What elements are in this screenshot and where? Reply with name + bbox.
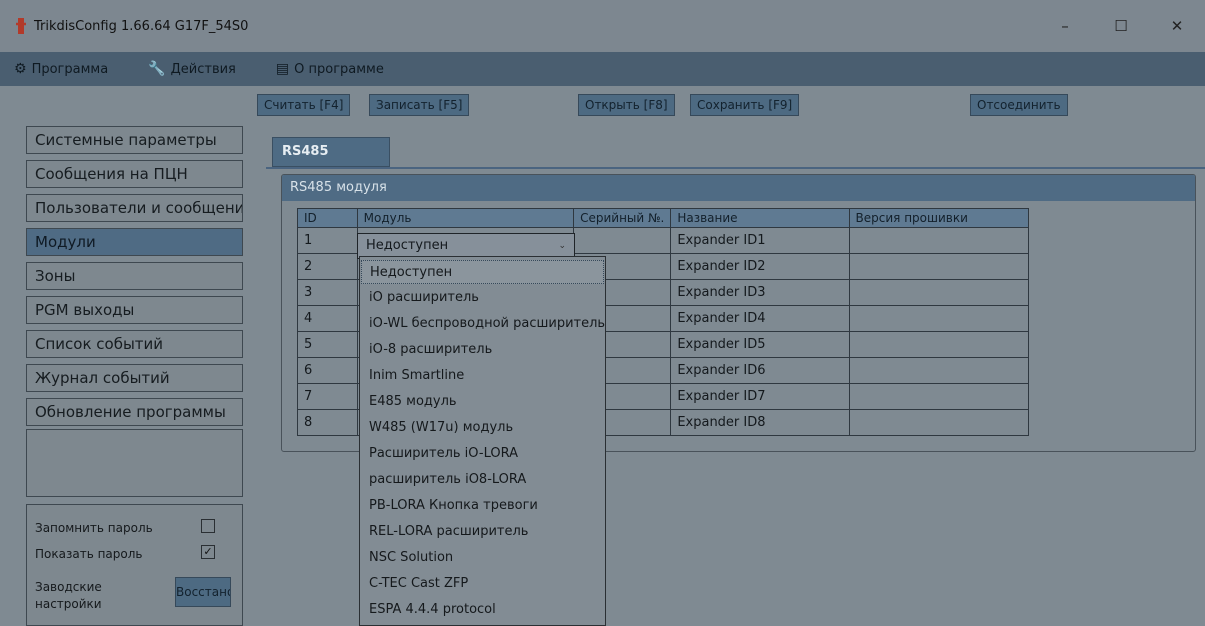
- read-button[interactable]: Считать [F4]: [257, 94, 351, 116]
- col-name: Название: [670, 208, 850, 228]
- dropdown-option[interactable]: Расширитель iO-LORA: [361, 442, 604, 466]
- sidebar-item-users[interactable]: Пользователи и сообщения: [26, 194, 243, 222]
- window-title: TrikdisConfig 1.66.64 G17F_54S0: [34, 18, 249, 34]
- menu-actions[interactable]: 🔧 Действия: [148, 61, 236, 77]
- dropdown-option[interactable]: Inim Smartline: [361, 364, 604, 388]
- module-dropdown-list: Недоступен iO расширитель iO-WL беспроводн…: [359, 256, 606, 626]
- cell-firmware[interactable]: [848, 383, 1030, 410]
- col-firmware: Версия прошивки: [848, 208, 1030, 228]
- group-title: RS485 модуля: [282, 175, 1195, 201]
- menu-program-label: Программа: [31, 61, 109, 77]
- save-button[interactable]: Сохранить [F9]: [690, 94, 800, 116]
- col-serial: Серийный №.: [573, 208, 672, 228]
- cell-firmware[interactable]: [848, 357, 1030, 384]
- cell-serial[interactable]: [573, 227, 672, 254]
- open-button[interactable]: Открыть [F8]: [578, 94, 675, 116]
- dropdown-option[interactable]: ESPA 4.4.4 protocol: [361, 598, 604, 622]
- minimize-button[interactable]: –: [1037, 0, 1093, 52]
- chevron-down-icon[interactable]: ⌄: [558, 234, 566, 258]
- dropdown-option[interactable]: расширитель iO8-LORA: [361, 468, 604, 492]
- cell-firmware[interactable]: [848, 305, 1030, 332]
- sidebar-item-zones[interactable]: Зоны: [26, 262, 243, 290]
- write-button[interactable]: Записать [F5]: [369, 94, 470, 116]
- menu-bar: ⚙ Программа 🔧 Действия ▤ О программе: [0, 52, 1205, 86]
- window-controls: – ☐ ✕: [1037, 0, 1205, 52]
- sidebar-item-event-log[interactable]: Журнал событий: [26, 364, 243, 392]
- cell-firmware[interactable]: [848, 279, 1030, 306]
- remember-password-label: Запомнить пароль: [35, 521, 153, 535]
- cell-id: 2: [297, 253, 358, 280]
- table-header-row: ID Модуль Серийный №. Название Версия пр…: [297, 208, 1030, 228]
- dropdown-option[interactable]: iO расширитель: [361, 286, 604, 310]
- menu-actions-label: Действия: [170, 61, 236, 77]
- cell-firmware[interactable]: [848, 227, 1030, 254]
- show-password-label: Показать пароль: [35, 547, 143, 561]
- cell-id: 5: [297, 331, 358, 358]
- cell-id: 7: [297, 383, 358, 410]
- dropdown-option[interactable]: Недоступен: [361, 260, 604, 284]
- col-module: Модуль: [356, 208, 575, 228]
- maximize-button[interactable]: ☐: [1093, 0, 1149, 52]
- wrench-icon: 🔧: [148, 61, 166, 77]
- sidebar-item-pgm-outputs[interactable]: PGM выходы: [26, 296, 243, 324]
- tab-rs485-modules[interactable]: RS485 модули: [272, 137, 390, 187]
- cell-name[interactable]: Expander ID1: [670, 227, 850, 254]
- cell-name[interactable]: Expander ID8: [670, 409, 850, 436]
- close-button[interactable]: ✕: [1149, 0, 1205, 52]
- gear-icon: ⚙: [14, 61, 27, 77]
- app-logo-icon: [16, 18, 26, 34]
- dropdown-option[interactable]: PB-LORA Кнопка тревоги: [361, 494, 604, 518]
- menu-about-label: О программе: [294, 61, 384, 77]
- cell-firmware[interactable]: [848, 331, 1030, 358]
- cell-id: 6: [297, 357, 358, 384]
- sidebar-item-cms-messages[interactable]: Сообщения на ПЦН: [26, 160, 243, 188]
- sidebar-options: Запомнить пароль Показать пароль ✓ Завод…: [26, 504, 243, 626]
- sidebar-item-system-params[interactable]: Системные параметры: [26, 126, 243, 154]
- cell-id: 8: [297, 409, 358, 436]
- cell-firmware[interactable]: [848, 409, 1030, 436]
- cell-name[interactable]: Expander ID4: [670, 305, 850, 332]
- module-select-value: Недоступен: [366, 238, 449, 253]
- cell-name[interactable]: Expander ID6: [670, 357, 850, 384]
- dropdown-option[interactable]: W485 (W17u) модуль: [361, 416, 604, 440]
- sidebar-item-firmware-update[interactable]: Обновление программы: [26, 398, 243, 426]
- cell-name[interactable]: Expander ID7: [670, 383, 850, 410]
- dropdown-option[interactable]: C-TEC Cast ZFP: [361, 572, 604, 596]
- cell-firmware[interactable]: [848, 253, 1030, 280]
- disconnect-button[interactable]: Отсоединить: [970, 94, 1068, 116]
- dropdown-option[interactable]: NSC Solution: [361, 546, 604, 570]
- cell-id: 4: [297, 305, 358, 332]
- cell-name[interactable]: Expander ID2: [670, 253, 850, 280]
- cell-name[interactable]: Expander ID3: [670, 279, 850, 306]
- show-password-checkbox[interactable]: ✓: [201, 545, 215, 559]
- dropdown-option[interactable]: E485 модуль: [361, 390, 604, 414]
- dropdown-option[interactable]: iO-WL беспроводной расширитель: [361, 312, 605, 336]
- menu-program[interactable]: ⚙ Программа: [14, 61, 108, 77]
- dropdown-option[interactable]: iO-8 расширитель: [361, 338, 604, 362]
- sidebar-item-modules[interactable]: Модули: [26, 228, 243, 256]
- restore-button[interactable]: Восстановить: [175, 577, 231, 607]
- cell-id: 3: [297, 279, 358, 306]
- title-bar: TrikdisConfig 1.66.64 G17F_54S0 – ☐ ✕: [0, 0, 1205, 52]
- dropdown-option[interactable]: REL-LORA расширитель: [361, 520, 604, 544]
- remember-password-checkbox[interactable]: [201, 519, 215, 533]
- book-icon: ▤: [275, 61, 290, 77]
- col-id: ID: [297, 208, 358, 228]
- cell-name[interactable]: Expander ID5: [670, 331, 850, 358]
- menu-about[interactable]: ▤ О программе: [276, 61, 384, 77]
- sidebar-empty-area: [26, 429, 243, 497]
- cell-id: 1: [297, 227, 358, 254]
- sidebar-item-event-list[interactable]: Список событий: [26, 330, 243, 358]
- factory-settings-label: Заводские настройки: [35, 580, 102, 611]
